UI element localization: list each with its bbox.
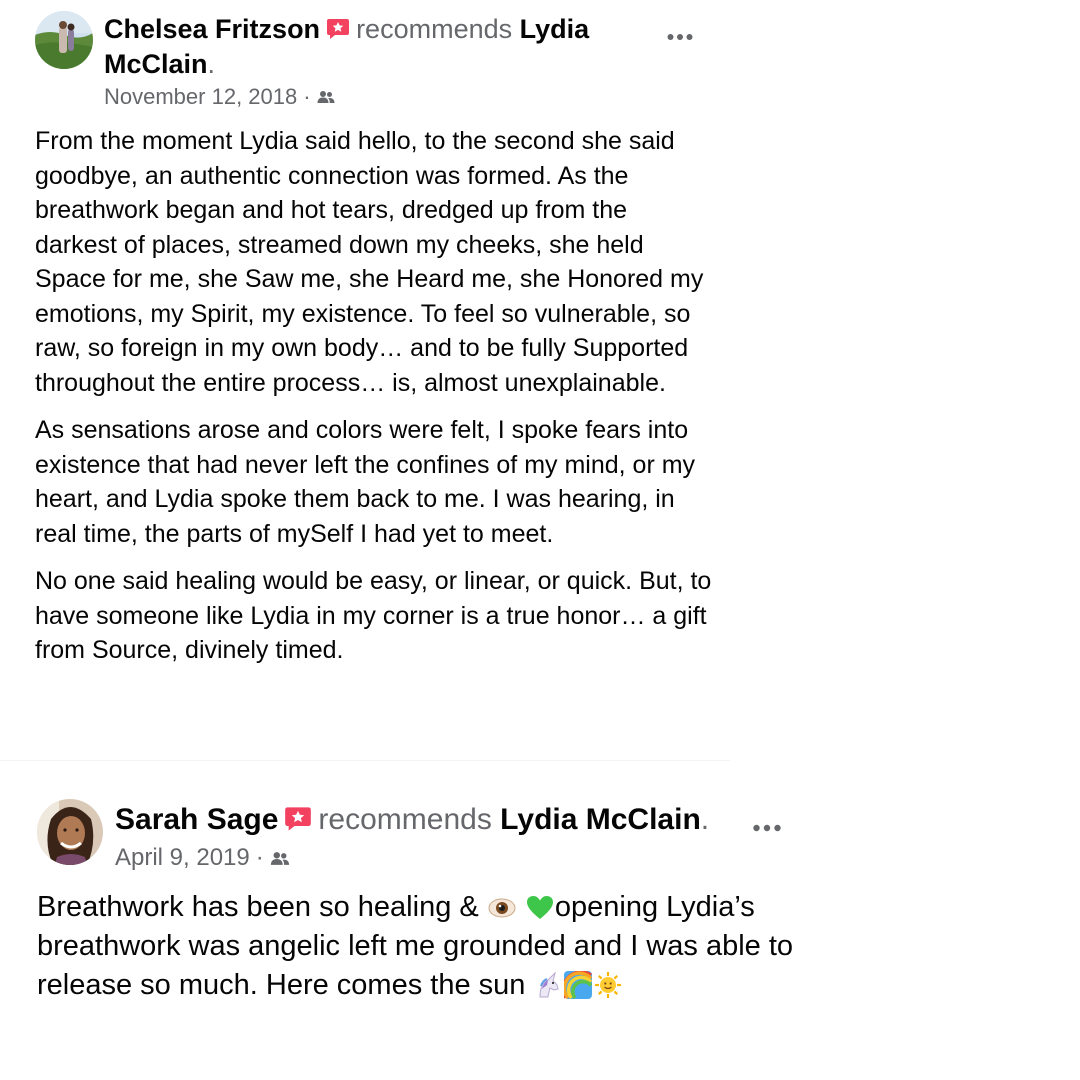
rainbow-emoji-icon [564,971,593,999]
avatar[interactable] [37,799,103,865]
recommend-star-icon [284,806,312,832]
more-options-icon [753,824,781,832]
post-body: Breathwork has been so healing & opening… [37,888,797,1005]
recommends-label: recommends [318,803,492,836]
separator: · [255,844,264,871]
review-post: Sarah Sage recommends Lydia McClain. Apri… [0,780,800,1080]
post-body: From the moment Lydia said hello, to the… [35,124,715,681]
more-options-icon [667,34,693,40]
recommends-label: recommends [356,14,513,44]
period: . [700,803,710,836]
author-name[interactable]: Chelsea Fritzson [104,14,320,44]
avatar-photo-icon [37,799,103,865]
post-meta: November 12, 2018 · [104,84,335,110]
avatar[interactable] [35,11,93,69]
target-name[interactable]: Lydia McClain [500,803,701,836]
post-date[interactable]: November 12, 2018 [104,84,297,110]
avatar-photo-icon [35,11,93,69]
paragraph: From the moment Lydia said hello, to the… [35,127,704,397]
recommend-star-icon [326,18,350,40]
target-name-first[interactable]: Lydia [520,14,590,44]
post-date[interactable]: April 9, 2019 [115,844,250,872]
friends-icon [317,90,335,104]
eye-emoji-icon [488,895,516,921]
period: . [207,49,216,79]
green-heart-emoji-icon [526,895,554,921]
unicorn-emoji-icon [534,971,562,999]
review-post: Chelsea Fritzson recommends Lydia McClain… [0,0,730,761]
more-options-button[interactable] [667,33,693,41]
more-options-button[interactable] [753,824,781,832]
author-name[interactable]: Sarah Sage [115,803,278,836]
sun-emoji-icon [594,971,622,999]
paragraph: Breathwork has been so healing & opening… [37,888,797,1005]
text-segment: Breathwork has been so healing & [37,891,487,923]
post-header: Chelsea Fritzson recommends Lydia McClain… [104,12,634,82]
paragraph: As sensations arose and colors were felt… [35,416,696,548]
post-header: Sarah Sage recommends Lydia McClain. [115,802,735,837]
separator: · [303,84,311,109]
post-meta: April 9, 2019 · [115,844,290,872]
friends-icon [270,851,290,866]
paragraph: No one said healing would be easy, or li… [35,567,712,664]
target-name-last[interactable]: McClain [104,49,208,79]
